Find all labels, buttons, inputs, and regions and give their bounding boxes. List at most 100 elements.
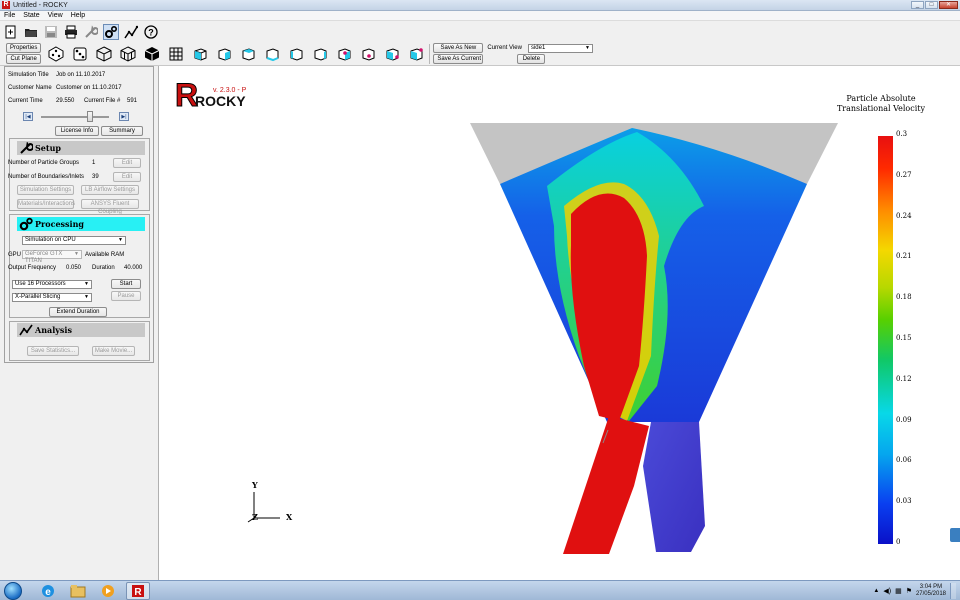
boundaries-edit-button[interactable]: Edit <box>113 172 141 182</box>
analysis-header[interactable]: Analysis <box>17 323 145 337</box>
network-icon[interactable]: ▦ <box>895 587 902 595</box>
make-movie-button[interactable]: Make Movie... <box>92 346 135 356</box>
current-view-row: Current View side1 ▼ <box>487 43 593 53</box>
outlet-left-chute <box>563 416 649 554</box>
delete-view-button[interactable]: Delete <box>517 53 546 64</box>
pause-button[interactable]: Pause <box>111 291 141 301</box>
menu-file[interactable]: File <box>4 12 15 19</box>
boundaries-value: 39 <box>92 174 99 180</box>
view-iso-3-icon[interactable] <box>382 44 402 64</box>
license-info-button[interactable]: License Info <box>55 126 99 136</box>
colorbar-title-line2: Translational Velocity <box>836 104 926 113</box>
show-desktop-button[interactable] <box>950 583 956 599</box>
svg-text:R: R <box>134 587 142 598</box>
colorbar-tick-label: 0.27 <box>896 170 912 179</box>
gpu-select[interactable]: GeForce GTX TITAN ▼ <box>22 250 82 264</box>
view-top-icon[interactable] <box>238 44 258 64</box>
tray-arrow-icon[interactable]: ▲ <box>873 588 879 594</box>
mesh-cube-icon[interactable] <box>118 44 138 64</box>
browser-taskbar-icon[interactable]: e <box>36 582 60 600</box>
3d-viewport[interactable]: R ROCKY v. 2.3.0 - P Particle Absolute T… <box>158 66 960 580</box>
volume-icon[interactable]: ◀) <box>883 587 891 595</box>
window-controls: _ □ ✕ <box>911 1 958 9</box>
first-frame-button[interactable]: |◀ <box>23 112 33 121</box>
view-left-icon[interactable] <box>286 44 306 64</box>
processing-header[interactable]: Processing <box>17 217 145 231</box>
clock[interactable]: 3:04 PM 27/05/2018 <box>916 584 946 598</box>
colorbar-tick-label: 0.15 <box>896 334 912 342</box>
menu-help[interactable]: Help <box>71 12 85 19</box>
processors-select[interactable]: Use 16 Processors ▼ <box>12 280 92 289</box>
colorbar-tick-label: 0.12 <box>896 374 912 383</box>
lb-airflow-button[interactable]: LB Airflow Settings <box>81 185 139 195</box>
svg-text:?: ? <box>148 27 154 37</box>
grid-icon[interactable] <box>166 44 186 64</box>
wire-cube-icon[interactable] <box>94 44 114 64</box>
last-frame-button[interactable]: ▶| <box>119 112 129 121</box>
side-dock-tab-icon[interactable] <box>950 528 960 542</box>
outlet-right-chute <box>643 422 705 552</box>
extend-duration-button[interactable]: Extend Duration <box>49 307 107 317</box>
view-back-icon[interactable] <box>214 44 234 64</box>
start-button-icon[interactable] <box>4 581 22 600</box>
axis-z-label: Z <box>252 512 258 522</box>
particle-groups-edit-button[interactable]: Edit <box>113 158 141 168</box>
view-iso-4-icon[interactable] <box>406 44 426 64</box>
dice-view-icon[interactable] <box>46 44 66 64</box>
menu-state[interactable]: State <box>23 12 39 19</box>
view-front-icon[interactable] <box>190 44 210 64</box>
svg-text:e: e <box>45 587 51 598</box>
simulation-settings-button[interactable]: Simulation Settings <box>17 185 74 195</box>
menu-view[interactable]: View <box>48 12 63 19</box>
particle-groups-value: 1 <box>92 160 96 166</box>
ansys-coupling-button[interactable]: ANSYS Fluent Coupling <box>81 199 139 215</box>
print-icon[interactable] <box>63 24 79 40</box>
wrench-icon[interactable] <box>83 24 99 40</box>
chevron-down-icon: ▼ <box>584 44 590 51</box>
colorbar-tick-label: 0 <box>896 538 901 546</box>
properties-button[interactable]: Properties <box>6 43 42 53</box>
colorbar-title-line1: Particle Absolute <box>846 94 916 103</box>
colorbar-gradient <box>878 136 893 544</box>
colorbar-tick-label: 0.09 <box>896 415 912 424</box>
save-as-current-button[interactable]: Save As Current <box>433 54 484 64</box>
rocky-app-icon: R <box>2 1 10 9</box>
dice-view-2-icon[interactable] <box>70 44 90 64</box>
help-icon[interactable]: ? <box>143 24 159 40</box>
maximize-button[interactable]: □ <box>925 1 938 9</box>
save-statistics-button[interactable]: Save Statistics... <box>27 346 79 356</box>
particle-groups-label: Number of Particle Groups <box>8 160 80 166</box>
media-player-taskbar-icon[interactable] <box>96 582 120 600</box>
gears-icon[interactable] <box>103 23 119 40</box>
new-project-icon[interactable] <box>3 24 19 40</box>
rocky-taskbar-icon[interactable]: R <box>126 581 150 600</box>
menu-bar: File State View Help <box>0 11 960 21</box>
setup-header[interactable]: Setup <box>17 141 145 155</box>
view-iso-2-icon[interactable] <box>358 44 378 64</box>
simulation-mode-select[interactable]: Simulation on CPU ▼ <box>22 236 126 245</box>
materials-button[interactable]: Materials/Interactions <box>17 199 75 209</box>
axis-x-label: X <box>286 512 293 522</box>
time-slider-thumb[interactable] <box>87 111 93 122</box>
solid-cube-icon[interactable] <box>142 44 162 64</box>
cut-plane-button[interactable]: Cut Plane <box>6 54 42 64</box>
view-iso-1-icon[interactable] <box>334 44 354 64</box>
view-bottom-icon[interactable] <box>262 44 282 64</box>
start-button[interactable]: Start <box>111 279 141 289</box>
save-icon[interactable] <box>43 24 59 40</box>
summary-button[interactable]: Summary <box>101 126 143 136</box>
analysis-chart-icon[interactable] <box>123 24 139 40</box>
simulation-title-value: Job on 11.10.2017 <box>56 72 106 78</box>
current-view-select[interactable]: side1 ▼ <box>527 43 593 53</box>
current-view-label: Current View <box>487 45 522 51</box>
view-right-icon[interactable] <box>310 44 330 64</box>
flag-icon[interactable]: ⚑ <box>906 587 912 595</box>
main-toolbar: ? <box>0 21 960 42</box>
close-button[interactable]: ✕ <box>939 1 958 9</box>
explorer-taskbar-icon[interactable] <box>66 582 90 600</box>
time-slider-track[interactable] <box>41 116 109 118</box>
slicing-select[interactable]: X-Parallel Slicing ▼ <box>12 293 92 302</box>
save-as-new-button[interactable]: Save As New <box>433 43 484 53</box>
minimize-button[interactable]: _ <box>911 1 924 9</box>
open-folder-icon[interactable] <box>23 24 39 40</box>
